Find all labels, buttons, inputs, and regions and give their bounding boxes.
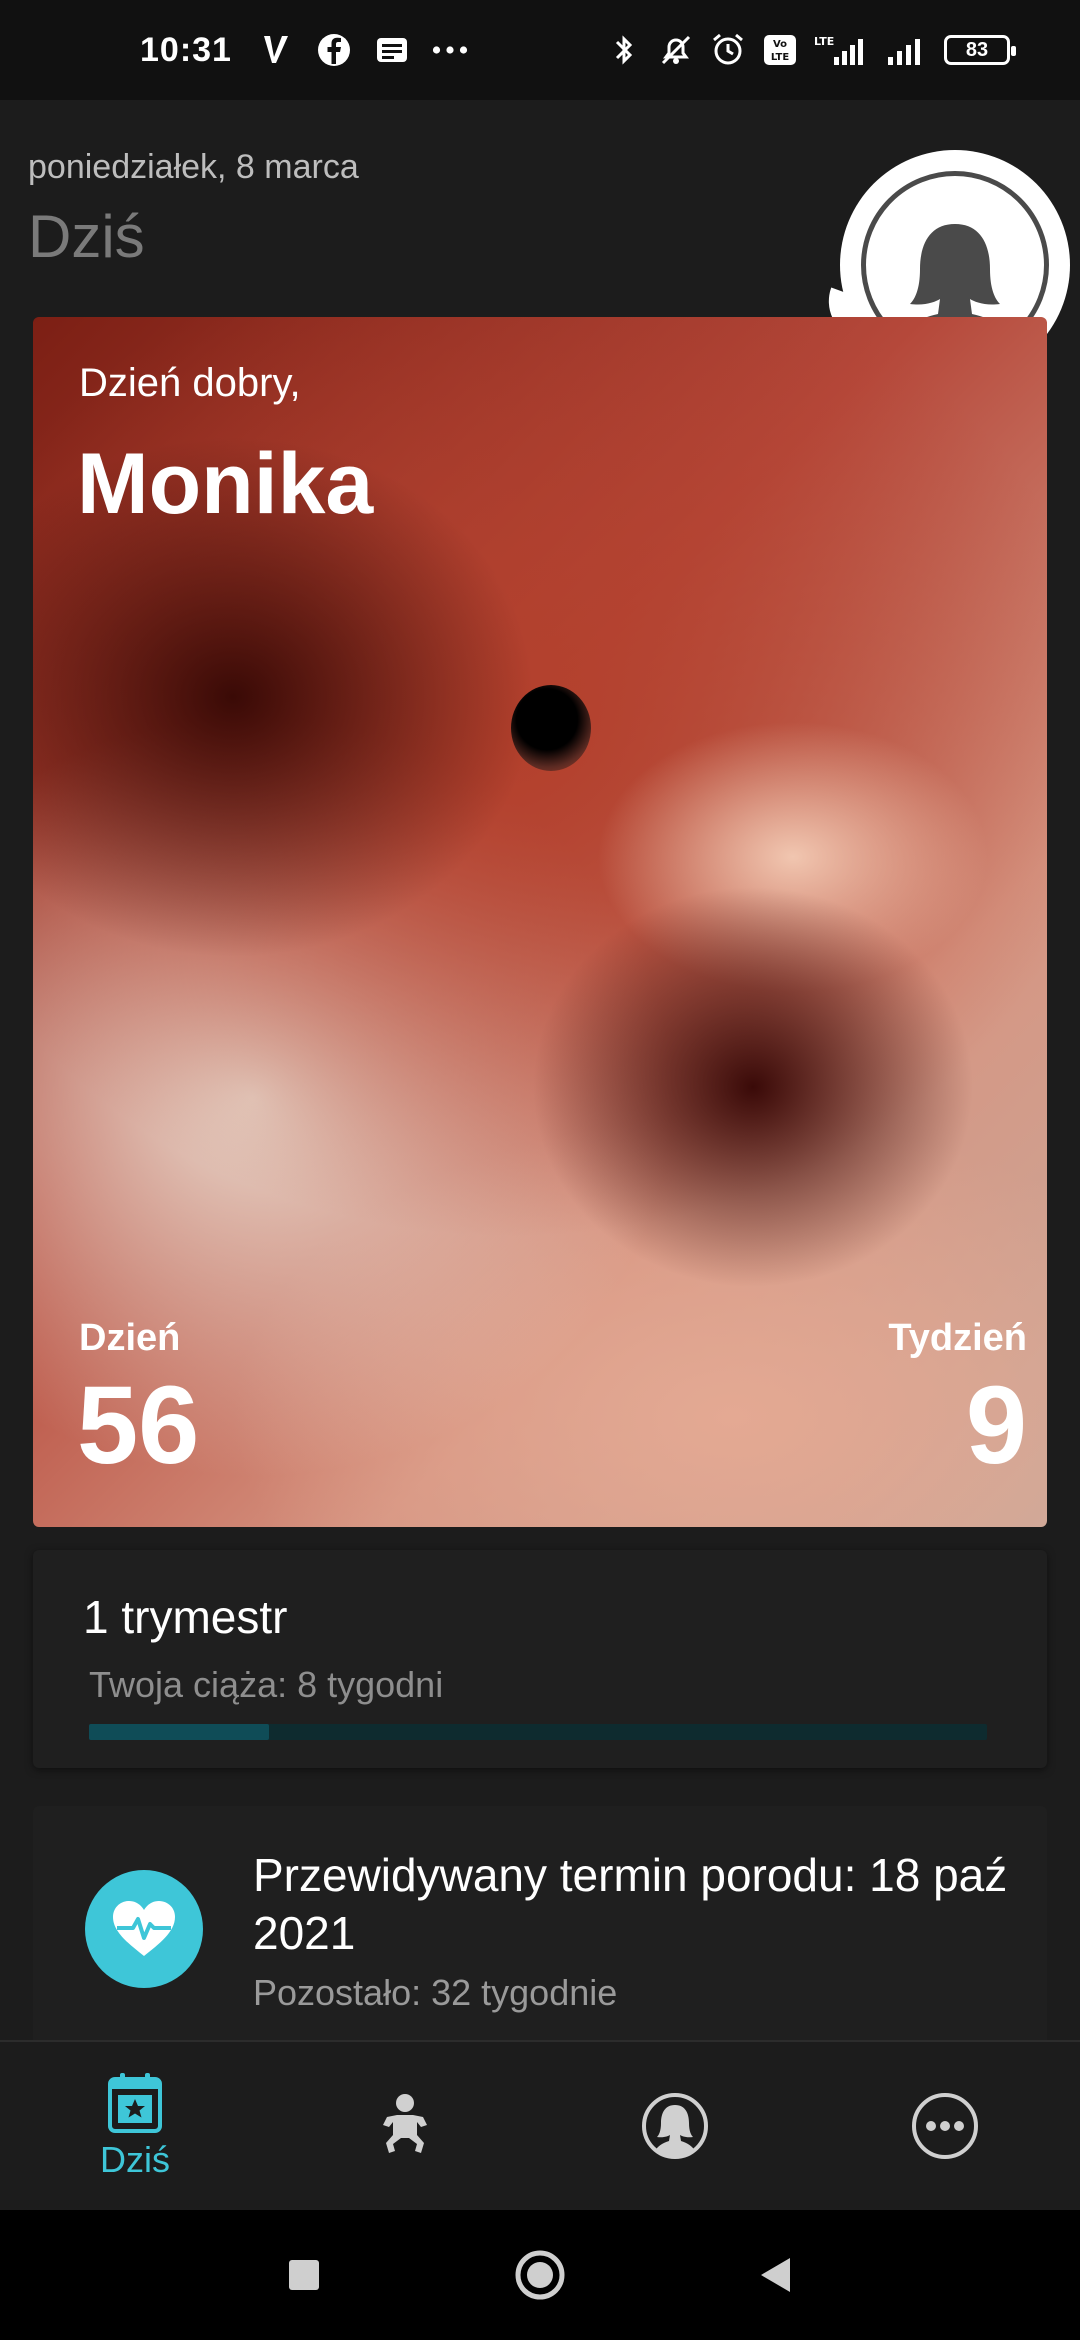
week-label: Tydzień [888, 1317, 1027, 1359]
home-button[interactable] [510, 2245, 570, 2305]
system-navigation-bar [0, 2210, 1080, 2340]
mother-icon [642, 2093, 708, 2159]
user-name: Monika [77, 436, 374, 532]
more-dots-icon [432, 32, 468, 68]
volte-icon: Vo LTE [762, 32, 798, 68]
mute-icon [658, 32, 694, 68]
status-system-icons: Vo LTE LTE 83 [606, 32, 1016, 68]
page-title: Dziś [28, 203, 145, 270]
heartbeat-icon [85, 1870, 203, 1988]
screen: 10:31 Vo LTE LTE 83 poniedziałek, 8 marc… [0, 0, 1080, 2340]
nav-item-baby[interactable] [270, 2042, 540, 2210]
current-date: poniedziałek, 8 marca [28, 148, 359, 186]
square-icon [289, 2260, 319, 2290]
circle-icon [515, 2250, 565, 2300]
due-date-card[interactable]: Przewidywany termin porodu: 18 paź 2021 … [33, 1806, 1047, 2046]
nav-label-today: Dziś [100, 2139, 170, 2180]
battery-indicator: 83 [944, 35, 1016, 65]
trimester-title: 1 trymestr [83, 1591, 288, 1643]
pregnancy-hero-card[interactable]: Dzień dobry, Monika Dzień 56 Tydzień 9 [33, 317, 1047, 1527]
week-value: 9 [965, 1364, 1027, 1487]
pregnancy-duration: Twoja ciąża: 8 tygodni [89, 1664, 444, 1705]
status-time: 10:31 [140, 30, 232, 69]
status-bar: 10:31 Vo LTE LTE 83 [0, 0, 1080, 100]
more-icon [912, 2093, 978, 2159]
signal-icon [884, 32, 928, 68]
nav-item-mother[interactable] [540, 2042, 810, 2210]
trimester-progress-bar [89, 1724, 987, 1740]
svg-text:LTE: LTE [771, 52, 790, 63]
day-label: Dzień [79, 1317, 181, 1359]
nav-item-today[interactable]: Dziś [0, 2042, 270, 2210]
facebook-icon [316, 32, 352, 68]
alarm-icon [710, 32, 746, 68]
weeks-remaining: Pozostało: 32 tygodnie [253, 1972, 618, 2013]
svg-text:LTE: LTE [814, 35, 834, 48]
embryo-image-detail [511, 685, 591, 771]
news-icon [374, 32, 410, 68]
bottom-navigation: Dziś [0, 2040, 1080, 2210]
greeting-text: Dzień dobry, [79, 361, 301, 405]
trimester-progress-fill [89, 1724, 269, 1740]
calendar-icon [108, 2073, 162, 2133]
v-app-icon [258, 32, 294, 68]
bluetooth-icon [606, 32, 642, 68]
back-triangle-icon [761, 2258, 790, 2292]
lte-signal-icon: LTE [814, 32, 868, 68]
baby-icon [383, 2094, 427, 2153]
status-notification-icons [258, 32, 468, 68]
recents-button[interactable] [274, 2245, 334, 2305]
due-date-title: Przewidywany termin porodu: 18 paź 2021 [253, 1849, 1008, 1959]
nav-item-more[interactable] [810, 2042, 1080, 2210]
back-button[interactable] [746, 2245, 806, 2305]
day-value: 56 [77, 1364, 200, 1487]
trimester-card[interactable]: 1 trymestr Twoja ciąża: 8 tygodni [33, 1550, 1047, 1768]
svg-text:Vo: Vo [773, 39, 787, 50]
